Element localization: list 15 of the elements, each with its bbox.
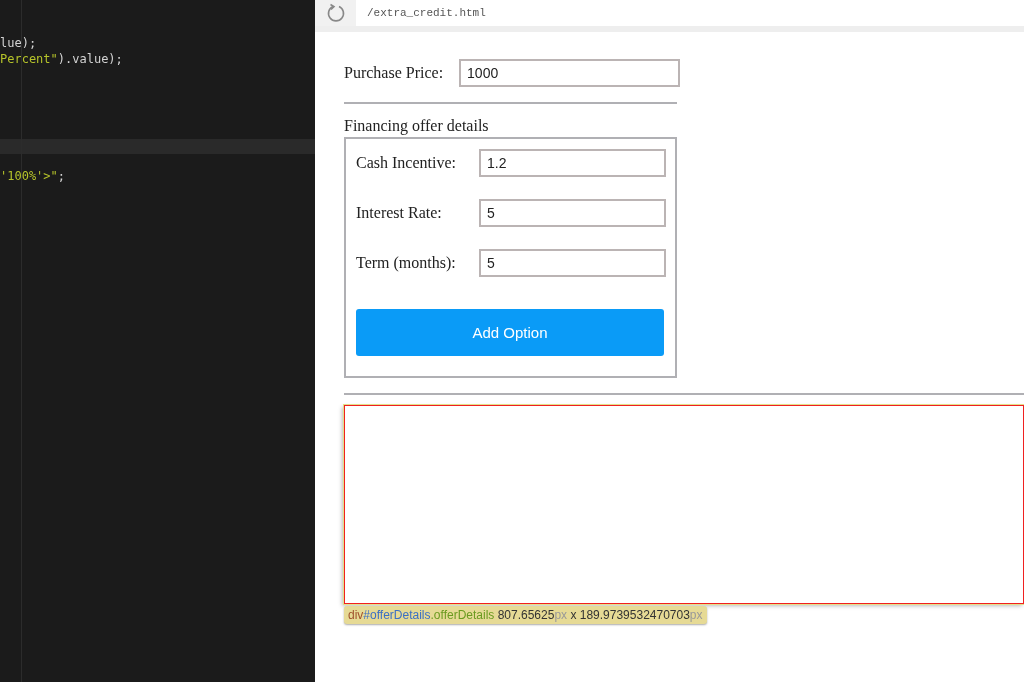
field-label: Term (months):	[356, 254, 456, 272]
purchase-price-label: Purchase Price:	[344, 64, 444, 82]
input-field[interactable]: 5	[479, 199, 666, 227]
code-line: '100%'>";	[0, 168, 67, 184]
reload-icon[interactable]	[326, 3, 346, 23]
field-label: Interest Rate:	[356, 204, 442, 222]
input-field[interactable]: 5	[479, 249, 666, 277]
inspector-tooltip: div#offerDetails.offerDetails 807.65625px x 189.9739532470703px	[344, 606, 707, 624]
section-title: Financing offer details	[344, 117, 490, 135]
field-label: Cash Incentive:	[356, 154, 456, 172]
code-line: lue);	[0, 35, 38, 51]
input-field[interactable]: 1.2	[479, 149, 666, 177]
address-bar[interactable]: /extra_credit.html	[356, 0, 1024, 26]
code-line: Percent").value);	[0, 51, 124, 67]
purchase-price-field[interactable]: 1000	[459, 59, 681, 87]
